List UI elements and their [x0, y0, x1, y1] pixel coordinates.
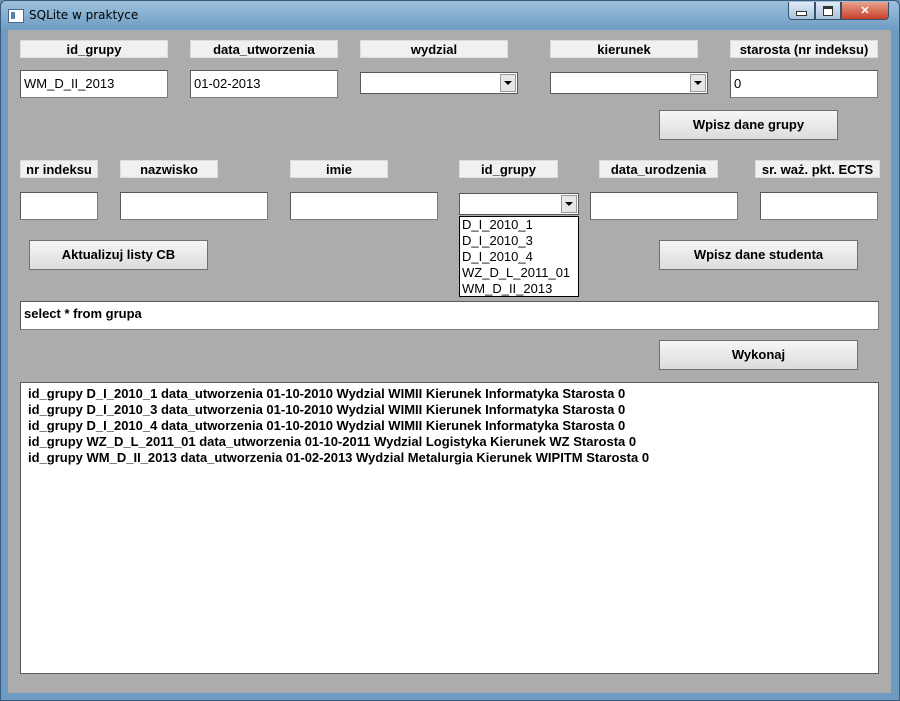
minimize-icon	[796, 11, 807, 16]
chevron-down-icon	[694, 81, 702, 85]
imie-field[interactable]	[290, 192, 438, 220]
close-button[interactable]: ✕	[841, 2, 889, 20]
app-icon	[8, 9, 24, 23]
label-data-utworzenia: data_utworzenia	[190, 40, 338, 58]
label-kierunek: kierunek	[550, 40, 698, 58]
sql-query-field[interactable]: select * from grupa	[20, 301, 879, 330]
result-line: id_grupy D_I_2010_3 data_utworzenia 01-1…	[28, 402, 626, 417]
data-utworzenia-field[interactable]: 01-02-2013	[190, 70, 338, 98]
data-urodzenia-field[interactable]	[590, 192, 738, 220]
kierunek-combo[interactable]	[550, 72, 708, 94]
label-imie: imie	[290, 160, 388, 178]
result-line: id_grupy D_I_2010_1 data_utworzenia 01-1…	[28, 386, 626, 401]
aktualizuj-listy-button[interactable]: Aktualizuj listy CB	[29, 240, 208, 270]
label-data-urodzenia: data_urodzenia	[599, 160, 718, 178]
dropdown-option[interactable]: D_I_2010_3	[460, 233, 578, 249]
kierunek-dropdown-button[interactable]	[690, 74, 706, 92]
wydzial-combo[interactable]	[360, 72, 518, 94]
wydzial-dropdown-button[interactable]	[500, 74, 516, 92]
dropdown-option[interactable]: WZ_D_L_2011_01	[460, 265, 578, 281]
window-title: SQLite w praktyce	[29, 8, 139, 22]
close-icon: ✕	[860, 5, 870, 17]
maximize-button[interactable]	[815, 2, 841, 20]
label-starosta: starosta (nr indeksu)	[730, 40, 878, 58]
nazwisko-field[interactable]	[120, 192, 268, 220]
wpisz-dane-grupy-button[interactable]: Wpisz dane grupy	[659, 110, 838, 140]
id-grupy-dropdown-list[interactable]: D_I_2010_1 D_I_2010_3 D_I_2010_4 WZ_D_L_…	[459, 216, 579, 297]
result-line: id_grupy WZ_D_L_2011_01 data_utworzenia …	[28, 434, 637, 449]
nr-indeksu-field[interactable]	[20, 192, 98, 220]
results-list[interactable]: id_grupy D_I_2010_1 data_utworzenia 01-1…	[20, 382, 879, 674]
result-line: id_grupy D_I_2010_4 data_utworzenia 01-1…	[28, 418, 626, 433]
label-wydzial: wydzial	[360, 40, 508, 58]
dropdown-option[interactable]: D_I_2010_4	[460, 249, 578, 265]
dropdown-option[interactable]: D_I_2010_1	[460, 217, 578, 233]
chevron-down-icon	[565, 202, 573, 206]
dropdown-option[interactable]: WM_D_II_2013	[460, 281, 578, 296]
label-nazwisko: nazwisko	[120, 160, 218, 178]
id-grupy-dropdown-button[interactable]	[561, 195, 577, 213]
id-grupy-student-combo[interactable]	[459, 193, 579, 215]
label-id-grupy: id_grupy	[20, 40, 168, 58]
title-bar[interactable]: SQLite w praktyce ✕	[1, 1, 899, 31]
wpisz-dane-studenta-button[interactable]: Wpisz dane studenta	[659, 240, 858, 270]
starosta-field[interactable]: 0	[730, 70, 878, 98]
ects-field[interactable]	[760, 192, 878, 220]
minimize-button[interactable]	[788, 2, 815, 20]
label-ects: sr. waż. pkt. ECTS	[755, 160, 880, 178]
wykonaj-button[interactable]: Wykonaj	[659, 340, 858, 370]
result-line: id_grupy WM_D_II_2013 data_utworzenia 01…	[28, 450, 650, 465]
chevron-down-icon	[504, 81, 512, 85]
label-id-grupy-student: id_grupy	[459, 160, 558, 178]
maximize-icon	[823, 5, 833, 16]
label-nr-indeksu: nr indeksu	[20, 160, 98, 178]
id-grupy-field[interactable]: WM_D_II_2013	[20, 70, 168, 98]
